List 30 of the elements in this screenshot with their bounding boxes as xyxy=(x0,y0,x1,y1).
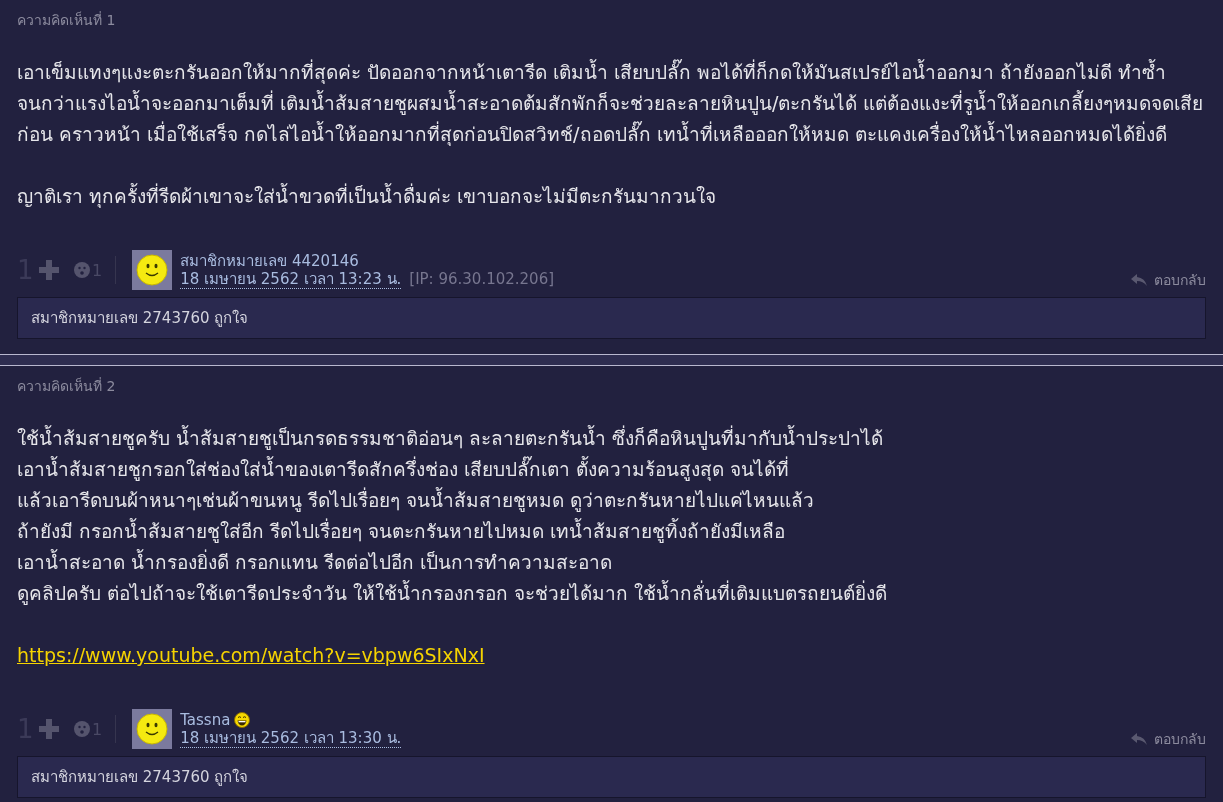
reply-icon xyxy=(1130,732,1148,746)
author-name[interactable]: Tassna xyxy=(180,711,231,729)
comment-text: ใช้น้ำส้มสายชูครับ น้ำส้มสายชูเป็นกรดธรรมชาติอ่อนๆ ละลายตะกรันน้ำ ซึ่งก็คือหินปูนที่มากับน้ำประปาได้ xyxy=(17,424,885,452)
comment-text: ถ้ายังมี กรอกน้ำส้มสายชูใส่อีก รีดไปเรื่อยๆ จนตะกรันหายไปหมด เทน้ำส้มสายชูทิ้งถ้ายังมีเหลือ xyxy=(17,517,787,545)
reply-button[interactable]: ตอบกลับ xyxy=(1130,728,1206,750)
comment-text: เอาน้ำสะอาด น้ำกรองยิ่งดี กรอกแทน รีดต่อไปอีก เป็นการทำความสะอาด xyxy=(17,548,614,575)
comment-text: แล้วเอารีดบนผ้าหนาๆเช่นผ้าขนหนู รีดไปเรื่อยๆ จนน้ำส้มสายชูหมด ดูว่าตะกรันหายไปแค่ไหนแล้ว xyxy=(17,486,816,514)
plus-icon[interactable] xyxy=(37,717,61,741)
video-link[interactable]: https://www.youtube.com/watch?v=vbpw6SIxNxI xyxy=(17,644,485,666)
liked-by-bar: สมาชิกหมายเลข 2743760 ถูกใจ xyxy=(17,297,1206,339)
liked-by-bar: สมาชิกหมายเลข 2743760 ถูกใจ xyxy=(17,756,1206,798)
sad-face-icon[interactable] xyxy=(74,721,90,737)
comment-text: เอาเข็มแทงๆแงะตะกรันออกให้มากที่สุดค่ะ ปัดออกจากหน้าเตารีด เติมน้ำ เสียบปลั๊ก พอได้ที่ก็กดให้มันสเปรย์ไอน้ำออกมา ถ้ายังออกไม่ดี ทำซ้ำ xyxy=(17,58,1168,86)
plus-icon[interactable] xyxy=(37,258,61,282)
reply-icon xyxy=(1130,273,1148,287)
post-date[interactable]: 18 เมษายน 2562 เวลา 13:30 น. xyxy=(180,729,402,748)
comment-text: ดูคลิปครับ ต่อไปถ้าจะใช้เตารีดประจำวัน ให้ใช้น้ำกรองกรอก จะช่วยได้มาก ใช้น้ำกลั่นที่เติมแบตรถยนต์ยิ่งดี xyxy=(17,579,889,607)
reply-button[interactable]: ตอบกลับ xyxy=(1130,269,1206,291)
comment-text: ก่อน คราวหน้า เมื่อใช้เสร็จ กดไล่ไอน้ำให้ออกมากที่สุดก่อนปิดสวิทช์/ถอดปลั๊ก เทน้ำที่เหลือออกให้หมด ตะแคงเครื่องให้น้ำไหลออกหมดได้ยิ่งดี xyxy=(17,120,1168,148)
comment-text: ญาติเรา ทุกครั้งที่รีดผ้าเขาจะใส่น้ำขวดที่เป็นน้ำดื่มค่ะ เขาบอกจะไม่มีตะกรันมากวนใจ xyxy=(17,182,718,210)
avatar[interactable] xyxy=(132,250,173,290)
comment-text: จนกว่าแรงไอน้ำจะออกมาเต็มที่ เติมน้ำส้มสายชูผสมน้ำสะอาดต้มสักพักก็จะช่วยละลายหินปูน/ตะกรันได้ แต่ต้องแงะที่รูน้ำให้ออกเกลี้ยงๆหมดจดเสีย xyxy=(17,89,1205,117)
avatar[interactable] xyxy=(132,709,173,749)
comment-number: ความคิดเห็นที่ 2 xyxy=(17,376,116,396)
sad-face-icon[interactable] xyxy=(74,262,90,278)
comment-text: เอาน้ำส้มสายชูกรอกใส่ช่องใส่น้ำของเตารีดสักครึ่งช่อง เสียบปลั๊กเตา ตั้งความร้อนสูงสุด จนได้ที่ xyxy=(17,455,791,483)
comment-number: ความคิดเห็นที่ 1 xyxy=(17,10,116,30)
author-name[interactable]: สมาชิกหมายเลข 4420146 xyxy=(180,252,359,270)
post-date[interactable]: 18 เมษายน 2562 เวลา 13:23 น. xyxy=(180,270,402,289)
ip-address: [IP: 96.30.102.206] xyxy=(409,270,555,288)
